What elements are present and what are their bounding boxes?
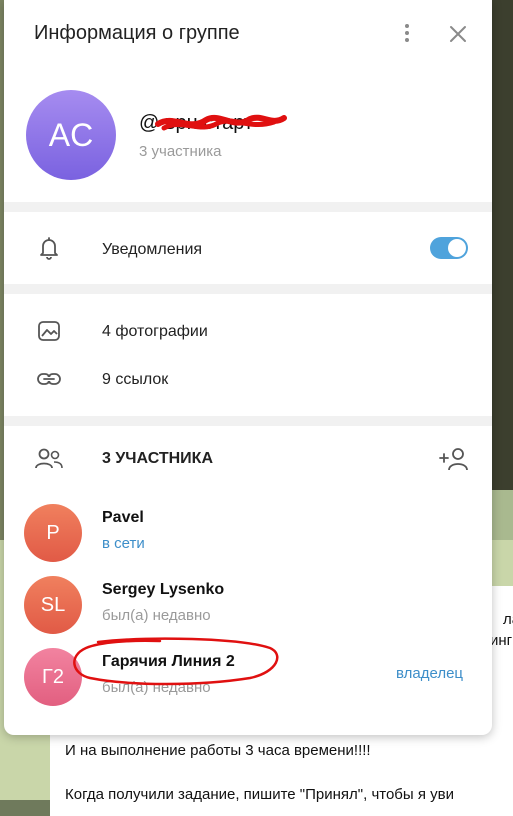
- message-fragment: инг: [490, 632, 513, 649]
- people-icon: [35, 448, 63, 469]
- members-count-title: 3 УЧАСТНИКА: [102, 450, 213, 467]
- group-avatar[interactable]: AC: [26, 90, 116, 180]
- group-member-count: 3 участника: [139, 143, 222, 160]
- message-fragment: лад: [503, 611, 513, 628]
- avatar[interactable]: SL: [24, 576, 82, 634]
- section-divider: [4, 416, 492, 426]
- member-name: Sergey Lysenko: [102, 581, 225, 598]
- avatar[interactable]: P: [24, 504, 82, 562]
- dialog-title: Информация о группе: [34, 22, 240, 44]
- link-icon: [37, 373, 61, 385]
- redaction-scribble: [155, 114, 287, 131]
- group-header: AC @ врн старт 3 участника: [4, 70, 492, 202]
- annotation-circle: [73, 637, 279, 686]
- notifications-toggle[interactable]: [430, 237, 468, 259]
- section-divider: [4, 202, 492, 212]
- notifications-label: Уведомления: [102, 241, 203, 258]
- member-name: Pavel: [102, 509, 144, 526]
- bell-icon: [40, 237, 58, 260]
- kebab-menu-icon[interactable]: [400, 22, 414, 46]
- owner-badge: владелец: [396, 665, 464, 682]
- message-line: И на выполнение работы 3 часа времени!!!…: [65, 742, 371, 759]
- links-row[interactable]: 9 ссылок: [4, 354, 492, 400]
- links-label: 9 ссылок: [102, 371, 169, 388]
- photos-label: 4 фотографии: [102, 323, 208, 340]
- member-row-pavel[interactable]: P Pavel в сети: [4, 504, 492, 574]
- section-divider: [4, 284, 492, 294]
- notifications-row[interactable]: Уведомления: [4, 212, 492, 284]
- dialog-header: Информация о группе: [4, 0, 492, 70]
- photo-icon: [38, 321, 60, 341]
- member-status: в сети: [102, 535, 145, 552]
- message-line: Когда получили задание, пишите "Принял",…: [65, 786, 454, 803]
- photos-row[interactable]: 4 фотографии: [4, 306, 492, 352]
- member-status: был(а) недавно: [102, 607, 211, 624]
- group-info-dialog: Информация о группе AC @ врн старт 3 уча…: [4, 0, 492, 735]
- add-user-icon[interactable]: [438, 446, 470, 472]
- close-icon[interactable]: [448, 24, 468, 44]
